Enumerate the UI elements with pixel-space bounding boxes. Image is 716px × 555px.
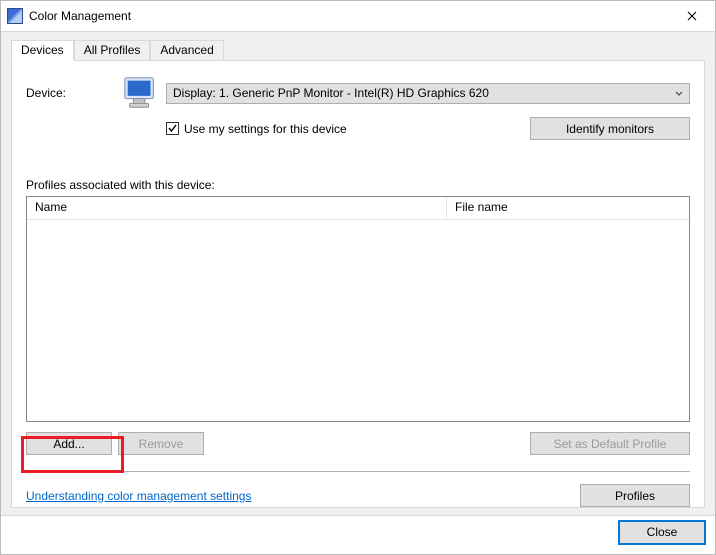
- window-title: Color Management: [29, 9, 669, 23]
- dialog-body: Devices All Profiles Advanced Device: Di…: [1, 31, 715, 516]
- add-button[interactable]: Add...: [26, 432, 112, 455]
- device-options-row: Use my settings for this device Identify…: [166, 117, 690, 140]
- understanding-link[interactable]: Understanding color management settings: [26, 489, 251, 503]
- close-button[interactable]: [669, 1, 715, 31]
- bottom-row: Understanding color management settings …: [26, 484, 690, 507]
- close-icon: [687, 11, 697, 21]
- tabstrip: Devices All Profiles Advanced: [11, 38, 705, 60]
- device-dropdown[interactable]: Display: 1. Generic PnP Monitor - Intel(…: [166, 83, 690, 104]
- column-header-name[interactable]: Name: [27, 197, 447, 219]
- close-dialog-button[interactable]: Close: [619, 521, 705, 544]
- tab-advanced[interactable]: Advanced: [150, 40, 223, 60]
- listview-header: Name File name: [27, 197, 689, 220]
- separator: [26, 471, 690, 472]
- device-row: Device: Display: 1. Generic PnP Monitor …: [26, 75, 690, 111]
- chevron-down-icon: [675, 86, 683, 100]
- profile-buttons-row: Add... Remove Set as Default Profile: [26, 432, 690, 455]
- device-selected-value: Display: 1. Generic PnP Monitor - Intel(…: [173, 86, 489, 100]
- checkmark-icon: [167, 123, 178, 134]
- device-label: Device:: [26, 86, 122, 100]
- app-icon: [7, 8, 23, 24]
- set-default-profile-button: Set as Default Profile: [530, 432, 690, 455]
- tab-all-profiles[interactable]: All Profiles: [74, 40, 151, 60]
- tab-devices[interactable]: Devices: [11, 40, 74, 61]
- tab-pane-devices: Device: Display: 1. Generic PnP Monitor …: [11, 60, 705, 508]
- column-header-file-name[interactable]: File name: [447, 197, 689, 219]
- identify-monitors-button[interactable]: Identify monitors: [530, 117, 690, 140]
- monitor-icon: [122, 75, 160, 111]
- profiles-button[interactable]: Profiles: [580, 484, 690, 507]
- profiles-associated-label: Profiles associated with this device:: [26, 178, 690, 192]
- remove-button: Remove: [118, 432, 204, 455]
- titlebar: Color Management: [1, 1, 715, 31]
- profiles-listview[interactable]: Name File name: [26, 196, 690, 422]
- use-my-settings-label: Use my settings for this device: [184, 122, 347, 136]
- use-my-settings-checkbox[interactable]: [166, 122, 179, 135]
- dialog-footer: Close: [1, 516, 715, 548]
